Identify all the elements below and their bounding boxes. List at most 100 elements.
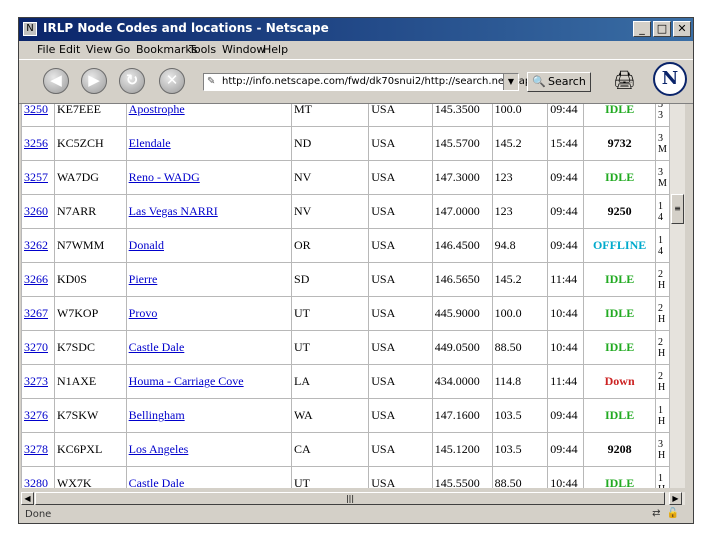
cell-callsign: K7SDC	[53, 330, 127, 365]
cell-time: 09:44	[547, 194, 585, 229]
location-link[interactable]: Provo	[129, 306, 158, 320]
location-link[interactable]: Las Vegas NARRI	[129, 204, 218, 218]
cell-state: NV	[291, 160, 370, 195]
cell-extra-column: 3 M	[655, 160, 670, 195]
cell-tone: 145.2	[491, 126, 549, 161]
cell-country: USA	[368, 160, 433, 195]
cell-location: Bellingham	[125, 398, 293, 433]
menu-tools[interactable]: Tools	[189, 43, 216, 56]
cell-location: Los Angeles	[125, 432, 293, 467]
menu-help[interactable]: Help	[263, 43, 288, 56]
cell-frequency: 145.5700	[431, 126, 493, 161]
cell-extra-column: 2 H	[655, 330, 670, 365]
cell-time: 09:44	[547, 228, 585, 263]
netscape-app-icon[interactable]: N	[23, 22, 37, 36]
vertical-scroll-thumb[interactable]: ≡	[671, 194, 684, 224]
cell-extra-column: 3 M	[655, 126, 670, 161]
cell-frequency: 147.0000	[431, 194, 493, 229]
location-link[interactable]: Houma - Carriage Cove	[129, 374, 244, 388]
cell-node-code: 3262	[21, 228, 55, 263]
stop-icon[interactable]: ✕	[159, 68, 185, 94]
cell-status: IDLE	[583, 104, 657, 127]
cell-callsign: WX7K	[53, 466, 127, 488]
node-link[interactable]: 3267	[24, 306, 48, 320]
cell-status: 9208	[583, 432, 657, 467]
cell-tone: 88.50	[491, 466, 549, 488]
cell-extra-column: 2 H	[655, 364, 670, 399]
cell-status: IDLE	[583, 466, 657, 488]
location-link[interactable]: Apostrophe	[129, 104, 185, 116]
node-link[interactable]: 3266	[24, 272, 48, 286]
table-row: 3266 KD0S Pierre SD USA 146.5650 145.2 11:44 IDL…	[21, 262, 670, 297]
cell-frequency: 146.4500	[431, 228, 493, 263]
cell-tone: 123	[491, 160, 549, 195]
scroll-left-icon[interactable]: ◀	[21, 492, 34, 505]
cell-state: OR	[291, 228, 370, 263]
cell-location: Las Vegas NARRI	[125, 194, 293, 229]
location-link[interactable]: Castle Dale	[129, 340, 185, 354]
search-icon: 🔍	[532, 75, 546, 88]
scroll-right-icon[interactable]: ▶	[669, 492, 682, 505]
table-row: 3250 KE7EEE Apostrophe MT USA 145.3500 100.0 09…	[21, 104, 670, 127]
search-button[interactable]: 🔍 Search	[527, 72, 591, 92]
node-link[interactable]: 3260	[24, 204, 48, 218]
node-link[interactable]: 3276	[24, 408, 48, 422]
close-button[interactable]: ✕	[673, 21, 691, 37]
cell-state: UT	[291, 296, 370, 331]
node-link[interactable]: 3256	[24, 136, 48, 150]
cell-extra-column: 2 H	[655, 262, 670, 297]
cell-status: 9250	[583, 194, 657, 229]
menu-file[interactable]: File	[37, 43, 55, 56]
menu-edit[interactable]: Edit	[59, 43, 80, 56]
cell-node-code: 3276	[21, 398, 55, 433]
location-link[interactable]: Donald	[129, 238, 164, 252]
location-link[interactable]: Reno - WADG	[129, 170, 200, 184]
menu-go[interactable]: Go	[115, 43, 130, 56]
menu-window[interactable]: Window	[222, 43, 265, 56]
back-icon[interactable]: ◀	[43, 68, 69, 94]
node-link[interactable]: 3273	[24, 374, 48, 388]
node-link[interactable]: 3257	[24, 170, 48, 184]
menu-bar: File Edit View Go Bookmarks Tools Window…	[19, 41, 693, 59]
node-link[interactable]: 3262	[24, 238, 48, 252]
location-link[interactable]: Bellingham	[129, 408, 185, 422]
location-link[interactable]: Los Angeles	[129, 442, 189, 456]
cell-extra-column: 1 H	[655, 466, 670, 488]
url-bar[interactable]: ✎ http://info.netscape.com/fwd/dk70snui2…	[203, 73, 562, 91]
reload-icon[interactable]: ↻	[119, 68, 145, 94]
cell-node-code: 3266	[21, 262, 55, 297]
location-link[interactable]: Elendale	[129, 136, 171, 150]
horizontal-scroll-thumb[interactable]: |||	[35, 492, 665, 505]
menu-view[interactable]: View	[86, 43, 112, 56]
security-lock-icon[interactable]: 🔓	[667, 508, 685, 519]
vertical-scrollbar[interactable]: ≡	[670, 104, 685, 488]
horizontal-scrollbar[interactable]: ◀ ||| ▶	[21, 492, 685, 505]
cell-status: IDLE	[583, 160, 657, 195]
cell-frequency: 147.1600	[431, 398, 493, 433]
maximize-button[interactable]: □	[653, 21, 671, 37]
node-link[interactable]: 3280	[24, 476, 48, 488]
cell-node-code: 3280	[21, 466, 55, 488]
cell-frequency: 146.5650	[431, 262, 493, 297]
forward-icon[interactable]: ▶	[81, 68, 107, 94]
node-link[interactable]: 3250	[24, 104, 48, 116]
cell-frequency: 145.5500	[431, 466, 493, 488]
cell-status: IDLE	[583, 398, 657, 433]
location-link[interactable]: Castle Dale	[129, 476, 185, 488]
minimize-button[interactable]: _	[633, 21, 651, 37]
location-link[interactable]: Pierre	[129, 272, 158, 286]
cell-state: NV	[291, 194, 370, 229]
cell-tone: 145.2	[491, 262, 549, 297]
node-link[interactable]: 3278	[24, 442, 48, 456]
netscape-logo-icon[interactable]: N	[653, 62, 687, 96]
node-link[interactable]: 3270	[24, 340, 48, 354]
cell-time: 09:44	[547, 432, 585, 467]
cell-frequency: 434.0000	[431, 364, 493, 399]
cell-country: USA	[368, 466, 433, 488]
url-dropdown-icon[interactable]: ▼	[503, 74, 518, 90]
status-bar: Done ⇄🔓	[19, 506, 693, 523]
cell-frequency: 145.3500	[431, 104, 493, 127]
cell-extra-column: 3 3	[655, 104, 670, 127]
print-icon[interactable]: 🖨	[613, 68, 636, 94]
cell-tone: 88.50	[491, 330, 549, 365]
